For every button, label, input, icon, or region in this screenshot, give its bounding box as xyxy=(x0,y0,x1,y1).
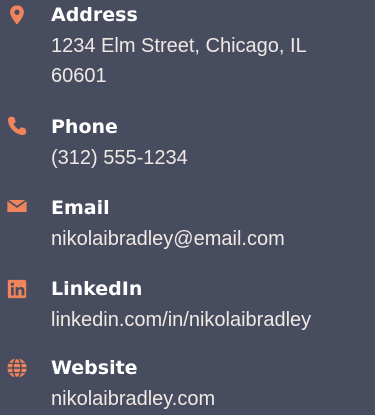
email-label: Email xyxy=(51,197,110,219)
linkedin-icon xyxy=(6,278,28,300)
map-marker-icon xyxy=(6,4,28,26)
website-label: Website xyxy=(51,357,138,379)
contact-info-list: Address 1234 Elm Street, Chicago, IL 606… xyxy=(0,0,375,415)
address-line-1: 1234 Elm Street, Chicago, IL xyxy=(51,35,307,57)
linkedin-label: LinkedIn xyxy=(51,278,143,300)
email-link[interactable]: nikolaibradley@email.com xyxy=(51,224,285,254)
phone-link[interactable]: (312) 555-1234 xyxy=(51,143,188,173)
address-label: Address xyxy=(51,4,138,26)
globe-icon xyxy=(6,357,28,379)
phone-icon xyxy=(6,115,28,137)
phone-label: Phone xyxy=(51,116,118,138)
envelope-icon xyxy=(6,195,28,217)
website-link[interactable]: nikolaibradley.com xyxy=(51,384,215,414)
address-line-2: 60601 xyxy=(51,65,107,87)
linkedin-link[interactable]: linkedin.com/in/nikolaibradley xyxy=(51,305,311,335)
